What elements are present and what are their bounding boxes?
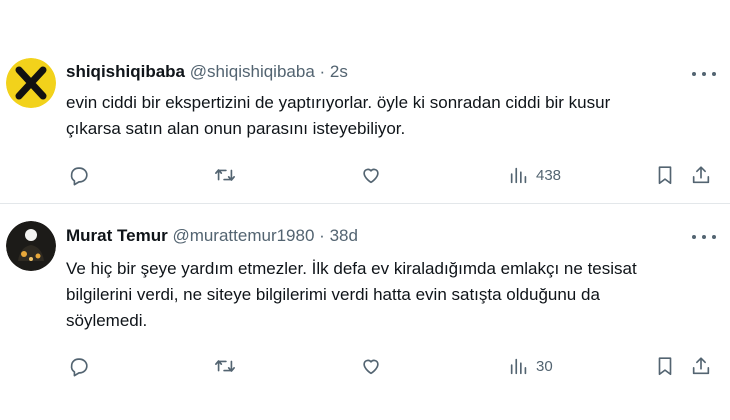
like-button[interactable] <box>360 161 382 189</box>
share-icon <box>692 166 710 184</box>
tweet-text-line: bilgilerini verdi, ne siteye bilgilerimi… <box>66 285 600 304</box>
timestamp[interactable]: 38d <box>330 226 358 245</box>
bookmark-icon <box>658 357 672 376</box>
views-button[interactable]: 30 <box>508 352 553 380</box>
retweet-icon <box>215 169 235 181</box>
divider <box>0 203 730 204</box>
action-bar: 30 <box>66 352 716 380</box>
author-handle[interactable]: @shiqishiqibaba <box>190 62 315 81</box>
avatar[interactable] <box>6 58 56 108</box>
tweet[interactable]: shiqishiqibaba @shiqishiqibaba · 2s evin… <box>0 0 730 203</box>
share-button[interactable] <box>690 352 712 380</box>
tweet-text-line: evin ciddi bir ekspertizini de yaptırıyo… <box>66 93 611 112</box>
bookmark-button[interactable] <box>654 352 676 380</box>
views-icon <box>510 167 527 184</box>
share-icon <box>692 357 710 375</box>
more-icon[interactable] <box>692 70 716 78</box>
share-button[interactable] <box>690 161 712 189</box>
author-name[interactable]: Murat Temur <box>66 226 168 245</box>
views-button[interactable]: 438 <box>508 161 561 189</box>
tweet-text-line: Ve hiç bir şeye yardım etmezler. İlk def… <box>66 259 637 278</box>
tweet-header: shiqishiqibaba @shiqishiqibaba · 2s <box>66 62 348 82</box>
reply-button[interactable] <box>68 161 90 189</box>
more-icon[interactable] <box>692 233 716 241</box>
timestamp[interactable]: 2s <box>330 62 348 81</box>
reply-button[interactable] <box>68 352 90 380</box>
views-count: 438 <box>536 166 562 184</box>
author-handle[interactable]: @murattemur1980 <box>172 226 314 245</box>
retweet-button[interactable] <box>214 352 236 380</box>
separator-dot: · <box>319 62 326 81</box>
tweet-text-line: çıkarsa satın alan onun parasını isteyeb… <box>66 119 406 138</box>
reply-icon <box>70 358 88 377</box>
like-button[interactable] <box>360 352 382 380</box>
action-bar: 438 <box>66 161 716 189</box>
tweet-text: evin ciddi bir ekspertizini de yaptırıyo… <box>66 90 714 142</box>
tweet-text-line: söylemedi. <box>66 311 148 330</box>
avatar[interactable] <box>6 221 56 271</box>
like-icon <box>363 168 379 184</box>
reply-icon <box>70 167 88 186</box>
tweet-header: Murat Temur @murattemur1980 · 38d <box>66 226 358 246</box>
views-count: 30 <box>536 357 553 375</box>
separator-dot: · <box>319 226 325 245</box>
bookmark-icon <box>658 166 672 185</box>
author-name[interactable]: shiqishiqibaba <box>66 62 185 81</box>
bookmark-button[interactable] <box>654 161 676 189</box>
tweet-text: Ve hiç bir şeye yardım etmezler. İlk def… <box>66 256 714 334</box>
like-icon <box>363 359 379 375</box>
retweet-icon <box>215 360 235 372</box>
retweet-button[interactable] <box>214 161 236 189</box>
views-icon <box>510 358 527 375</box>
